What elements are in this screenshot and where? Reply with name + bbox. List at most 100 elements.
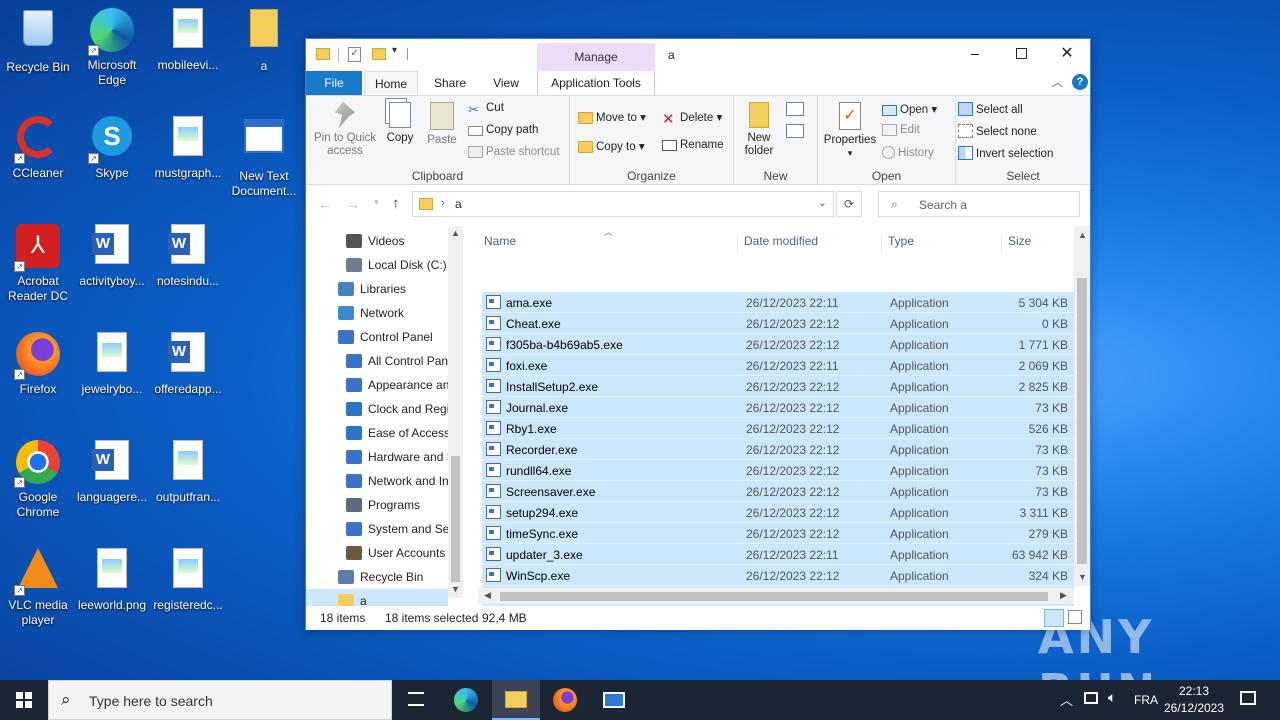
nav-item[interactable]: Clock and Region: [346, 397, 448, 421]
new-item-icon[interactable]: [786, 102, 804, 116]
paste-shortcut-button[interactable]: Paste shortcut: [468, 146, 560, 158]
column-header-date[interactable]: Date modified: [738, 234, 882, 254]
recent-locations-icon[interactable]: ▾: [374, 197, 379, 208]
scroll-thumb[interactable]: [1077, 278, 1087, 564]
desktop-icon[interactable]: registeredc...: [150, 544, 226, 613]
copy-button[interactable]: Copy: [382, 102, 418, 145]
file-row[interactable]: ama.exe 26/12/2023 22:11 Application 5 304 …: [482, 292, 1074, 313]
column-header-size[interactable]: Size: [1002, 234, 1078, 254]
copy-to-button[interactable]: Copy to ▾: [578, 139, 645, 153]
desktop-icon[interactable]: leeworld.png: [74, 544, 150, 613]
desktop-icon[interactable]: New Text Document...: [226, 112, 302, 199]
nav-item[interactable]: Libraries: [338, 277, 448, 301]
file-row[interactable]: Screensaver.exe 26/12/2023 22:12 Applicati…: [482, 481, 1074, 502]
task-view-button[interactable]: [392, 680, 440, 720]
new-folder-quick-icon[interactable]: [372, 48, 386, 60]
nav-item[interactable]: Videos: [346, 229, 448, 253]
scroll-right-icon[interactable]: ▶: [1060, 590, 1067, 601]
close-button[interactable]: ✕: [1044, 39, 1090, 69]
desktop-icon[interactable]: mobileevi...: [150, 4, 226, 73]
desktop-icon[interactable]: ↗ Firefox: [0, 328, 76, 397]
move-to-button[interactable]: Move to ▾: [578, 110, 646, 124]
file-row[interactable]: Recorder.exe 26/12/2023 22:12 Application 7…: [482, 439, 1074, 460]
volume-icon[interactable]: 🔈︎: [1108, 689, 1116, 706]
easy-access-icon[interactable]: [786, 124, 804, 138]
minimize-button[interactable]: –: [952, 39, 998, 69]
file-row[interactable]: rundll64.exe 26/12/2023 22:12 Application 7…: [482, 460, 1074, 481]
scroll-left-icon[interactable]: ◀: [484, 590, 491, 601]
file-row[interactable]: foxi.exe 26/12/2023 22:11 Application 2 069…: [482, 355, 1074, 376]
pin-to-quick-access-button[interactable]: Pin to Quick access: [312, 102, 378, 158]
desktop-icon[interactable]: Wofferedapp...: [150, 328, 226, 397]
tab-view[interactable]: View: [480, 71, 532, 95]
nav-item[interactable]: Appearance and Personalization: [346, 373, 448, 397]
select-none-button[interactable]: Select none: [958, 124, 1037, 138]
clock-time[interactable]: 22:13: [1166, 684, 1222, 698]
details-view-icon[interactable]: [1044, 609, 1064, 627]
desktop-icon[interactable]: outputfran...: [150, 436, 226, 505]
copy-path-button[interactable]: Copy path: [468, 124, 538, 136]
desktop-icon[interactable]: jewelrybo...: [74, 328, 150, 397]
desktop-icon[interactable]: Wactivityboy...: [74, 220, 150, 289]
maximize-button[interactable]: [998, 39, 1044, 69]
back-icon[interactable]: ←: [318, 196, 332, 212]
nav-item[interactable]: User Accounts: [346, 541, 448, 565]
taskbar-search-box[interactable]: ⌕ Type here to search: [48, 680, 392, 720]
column-header-type[interactable]: Type: [882, 234, 1002, 254]
desktop-icon[interactable]: a: [226, 4, 302, 74]
desktop-icon[interactable]: ↗ CCleaner: [0, 112, 76, 181]
tab-share[interactable]: Share: [422, 71, 478, 95]
nav-scrollbar[interactable]: ▲ ▼: [448, 226, 463, 598]
file-row[interactable]: updater_3.exe 26/12/2023 22:11 Application…: [482, 544, 1074, 565]
nav-item[interactable]: Network: [338, 301, 448, 325]
tab-home[interactable]: Home: [364, 71, 418, 96]
properties-button[interactable]: ✓ Properties ▾: [822, 102, 878, 160]
nav-item[interactable]: All Control Panel Items: [346, 349, 448, 373]
rename-button[interactable]: Rename: [662, 139, 723, 151]
notifications-icon[interactable]: [1240, 691, 1256, 705]
paste-button[interactable]: Paste: [422, 102, 462, 147]
vertical-scrollbar[interactable]: ▲ ▼: [1074, 226, 1090, 586]
file-row[interactable]: timeSync.exe 26/12/2023 22:12 Application 2…: [482, 523, 1074, 544]
manage-context-tab[interactable]: Manage: [537, 43, 655, 71]
nav-item[interactable]: Recycle Bin: [338, 565, 448, 589]
desktop-icon[interactable]: Wlanguagere...: [74, 436, 150, 505]
help-icon[interactable]: ?: [1072, 74, 1088, 90]
file-row[interactable]: f305ba-b4b69ab5.exe 26/12/2023 22:12 Appli…: [482, 334, 1074, 355]
file-row[interactable]: setup294.exe 26/12/2023 22:12 Application 3…: [482, 502, 1074, 523]
column-header-name[interactable]: Name: [478, 234, 738, 254]
large-icons-view-icon[interactable]: [1068, 610, 1082, 624]
taskbar-file-explorer[interactable]: [492, 680, 540, 720]
horizontal-scrollbar[interactable]: ◀ ▶: [478, 588, 1074, 604]
collapse-ribbon-icon[interactable]: ︿: [1052, 74, 1063, 90]
desktop-icon[interactable]: mustgraph...: [150, 112, 226, 181]
properties-icon[interactable]: ✓: [348, 47, 361, 62]
nav-scroll-up-icon[interactable]: ▲: [451, 228, 460, 238]
desktop-icon[interactable]: ↗ Microsoft Edge: [74, 4, 150, 88]
file-row[interactable]: Cheat.exe 26/12/2023 22:12 Application 0 KB: [482, 313, 1074, 334]
desktop-icon[interactable]: Recycle Bin: [0, 4, 76, 75]
tab-file[interactable]: File: [306, 71, 362, 95]
refresh-button[interactable]: ⟳: [836, 191, 862, 217]
edit-button[interactable]: Edit: [882, 124, 920, 136]
desktop-icon[interactable]: ↗ Google Chrome: [0, 436, 76, 520]
taskbar-edge[interactable]: [442, 680, 490, 720]
nav-item[interactable]: Network and Internet: [346, 469, 448, 493]
language-indicator[interactable]: FRA: [1134, 693, 1158, 707]
up-icon[interactable]: ↑: [392, 195, 400, 212]
search-box[interactable]: ⌕ Search a: [878, 191, 1080, 217]
desktop-icon[interactable]: ⅄ ↗ Acrobat Reader DC: [0, 220, 76, 304]
taskbar-firefox[interactable]: [541, 680, 589, 720]
network-icon[interactable]: [1084, 692, 1098, 704]
nav-item[interactable]: Local Disk (C:): [346, 253, 448, 277]
nav-scroll-down-icon[interactable]: ▼: [451, 584, 460, 594]
file-row[interactable]: WinScp.exe 26/12/2023 22:12 Application 324…: [482, 565, 1074, 586]
delete-button[interactable]: ✕ Delete ▾: [662, 110, 722, 128]
tab-application-tools[interactable]: Application Tools: [537, 71, 655, 95]
nav-item[interactable]: Ease of Access: [346, 421, 448, 445]
forward-icon[interactable]: →: [346, 196, 360, 212]
nav-item[interactable]: System and Security: [346, 517, 448, 541]
scroll-up-icon[interactable]: ▲: [1078, 230, 1087, 240]
desktop-icon[interactable]: S ↗ Skype: [74, 112, 150, 181]
file-row[interactable]: Journal.exe 26/12/2023 22:12 Application 73…: [482, 397, 1074, 418]
